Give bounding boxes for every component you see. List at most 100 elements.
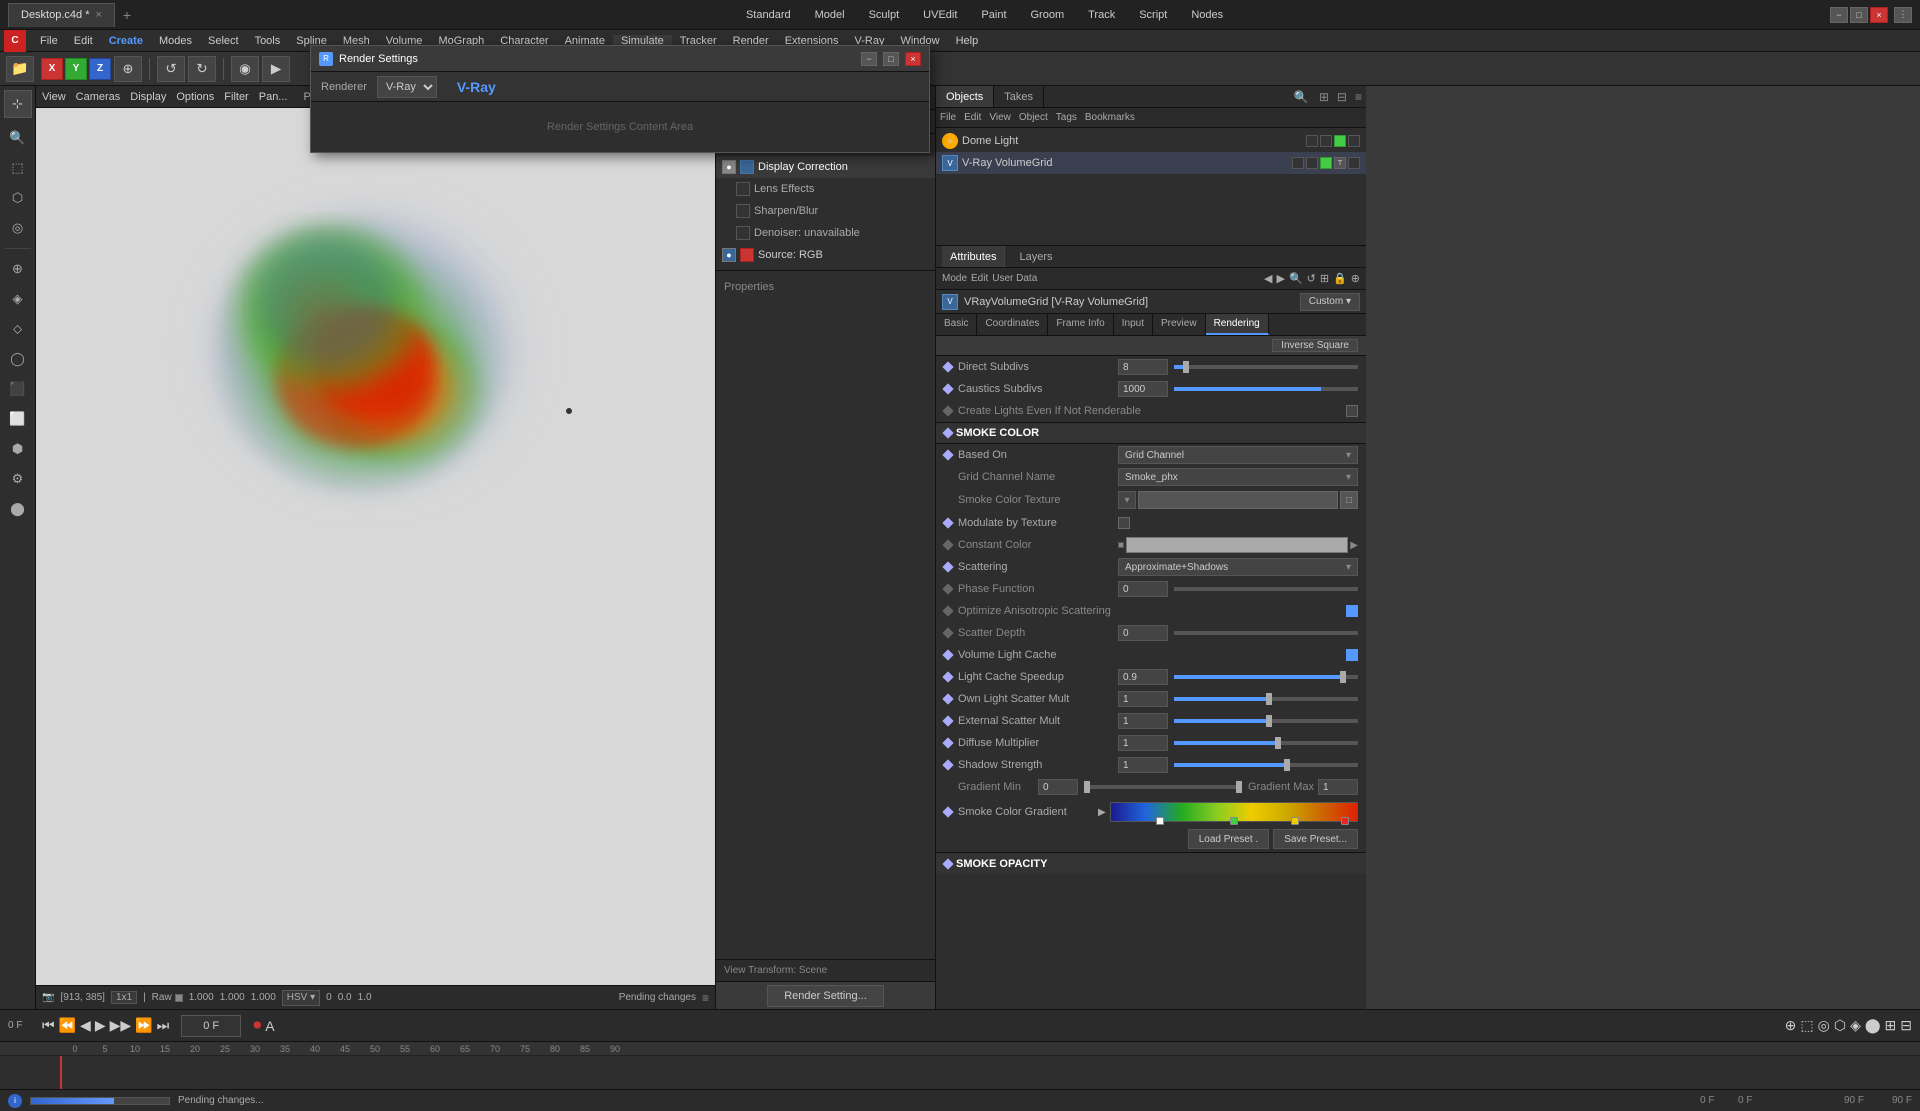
left-tool-4[interactable]: ◎ [4,214,32,242]
dialog-maximize[interactable]: □ [883,52,899,66]
tl-tool8[interactable]: ⊟ [1900,1017,1912,1034]
tl-auto-key[interactable]: A [265,1018,274,1034]
attr-refresh-btn[interactable]: ↺ [1307,272,1316,285]
attr-tab-rendering[interactable]: Rendering [1206,314,1269,335]
tl-play[interactable]: ▶ [95,1017,106,1034]
attr-filter-btn[interactable]: ⊞ [1320,272,1329,285]
attr-edit-label[interactable]: Edit [971,273,988,284]
left-tool-5[interactable]: ⊕ [4,255,32,283]
attr-tab-input[interactable]: Input [1114,314,1153,335]
scatter-depth-input[interactable] [1118,625,1168,641]
tl-prev-frame[interactable]: ◀ [80,1017,91,1034]
direct-subdivs-slider[interactable] [1174,365,1358,369]
left-tool-12[interactable]: ⚙ [4,465,32,493]
direct-subdivs-input[interactable] [1118,359,1168,375]
groom-tab[interactable]: Groom [1019,9,1077,21]
save-preset-btn[interactable]: Save Preset... [1273,829,1358,849]
lcs-input[interactable] [1118,669,1168,685]
track-tab[interactable]: Track [1076,9,1127,21]
shadow-slider[interactable] [1174,763,1358,767]
menu-create[interactable]: Create [101,35,151,47]
tl-prev-key[interactable]: ⏪ [59,1017,76,1034]
smoke-color-section[interactable]: SMOKE COLOR [936,422,1366,444]
more-options[interactable]: ⋮ [1894,7,1912,23]
vp-display[interactable]: Display [130,91,166,103]
vp-options[interactable]: Options [176,91,214,103]
object-item-dome[interactable]: ☀ Dome Light [936,130,1366,152]
attr-userdata-label[interactable]: User Data [992,273,1037,284]
left-tool-camera[interactable]: 🔍 [4,124,32,152]
gradient-range-slider[interactable] [1084,785,1242,789]
tl-tool2[interactable]: ⬚ [1800,1017,1813,1034]
layer-item-source[interactable]: ● Source: RGB [716,244,935,266]
smoke-opacity-section[interactable]: SMOKE OPACITY [936,852,1366,874]
attr-tab-coords[interactable]: Coordinates [977,314,1048,335]
menu-modes[interactable]: Modes [151,35,200,47]
obj-menu-bookmarks[interactable]: Bookmarks [1085,112,1135,123]
layer-vis-dc[interactable]: ● [722,160,736,174]
grid-channel-dropdown[interactable]: Smoke_phx ▾ [1118,468,1358,486]
shadow-input[interactable] [1118,757,1168,773]
tl-last[interactable]: ⏭ [157,1017,170,1034]
left-tool-9[interactable]: ⬛ [4,375,32,403]
sculpt-tab[interactable]: Sculpt [857,9,912,21]
dialog-minimize[interactable]: − [861,52,877,66]
optimize-checkbox[interactable] [1346,605,1358,617]
window-close[interactable]: × [1870,7,1888,23]
menu-help[interactable]: Help [948,35,987,47]
window-minimize[interactable]: − [1830,7,1848,23]
tab-layers2[interactable]: Layers [1011,251,1060,263]
toolbar-transform[interactable]: ⊕ [114,56,142,82]
uvedit-tab[interactable]: UVEdit [911,9,969,21]
attr-tab-frameinfo[interactable]: Frame Info [1048,314,1113,335]
layer-item-display-correction[interactable]: ● Display Correction [716,156,935,178]
gradient-handle-4[interactable] [1341,817,1349,825]
caustics-input[interactable] [1118,381,1168,397]
timeline-playhead-area[interactable] [0,1056,1920,1089]
left-tool-10[interactable]: ⬜ [4,405,32,433]
left-tool-cursor[interactable]: ⊹ [4,90,32,118]
smoke-texture-load[interactable]: □ [1340,491,1358,509]
gradient-handle-3[interactable] [1291,817,1299,825]
attr-tab-preview[interactable]: Preview [1153,314,1206,335]
vp-cameras[interactable]: Cameras [76,91,121,103]
diffuse-mult-input[interactable] [1118,735,1168,751]
layer-vis-source[interactable]: ● [722,248,736,262]
gradient-min-input[interactable] [1038,779,1078,795]
gradient-max-input[interactable] [1318,779,1358,795]
own-scatter-slider[interactable] [1174,697,1358,701]
lcs-slider[interactable] [1174,675,1358,679]
layer-vis-sharpen[interactable] [736,204,750,218]
toolbar-z[interactable]: Z [89,58,111,80]
add-tab-btn[interactable]: + [115,7,139,23]
search-btn[interactable]: 🔍 [1288,90,1315,104]
obj-menu-file[interactable]: File [940,112,956,123]
attr-link-btn[interactable]: ⊕ [1351,272,1360,285]
tab-objects[interactable]: Objects [936,86,994,107]
nodes-tab[interactable]: Nodes [1179,9,1235,21]
load-preset-btn[interactable]: Load Preset . [1188,829,1269,849]
ext-scatter-slider[interactable] [1174,719,1358,723]
menu-file[interactable]: File [32,35,66,47]
preset-dropdown[interactable]: Custom ▾ [1300,293,1360,311]
tl-record[interactable]: ⏺ [253,1017,261,1035]
obj-menu-edit[interactable]: Edit [964,112,981,123]
scattering-dropdown[interactable]: Approximate+Shadows ▾ [1118,558,1358,576]
left-tool-8[interactable]: ◯ [4,345,32,373]
obj-menu-object[interactable]: Object [1019,112,1048,123]
modulate-checkbox[interactable] [1118,517,1130,529]
tl-first[interactable]: ⏮ [42,1017,55,1034]
menu-tools[interactable]: Tools [247,35,289,47]
obj-panel-btn1[interactable]: ⊞ [1315,90,1333,104]
vp-panel[interactable]: Pan... [259,91,288,103]
paint-tab[interactable]: Paint [969,9,1018,21]
attr-lock-btn[interactable]: 🔒 [1333,272,1347,285]
obj-menu-view[interactable]: View [989,112,1011,123]
tab-attributes[interactable]: Attributes [942,246,1005,267]
phase-input[interactable] [1118,581,1168,597]
standard-tab[interactable]: Standard [734,9,803,21]
layer-vis-lens[interactable] [736,182,750,196]
toolbar-undo[interactable]: ↺ [157,56,185,82]
tab-takes[interactable]: Takes [994,86,1044,107]
layer-item-sharpen[interactable]: Sharpen/Blur [716,200,935,222]
